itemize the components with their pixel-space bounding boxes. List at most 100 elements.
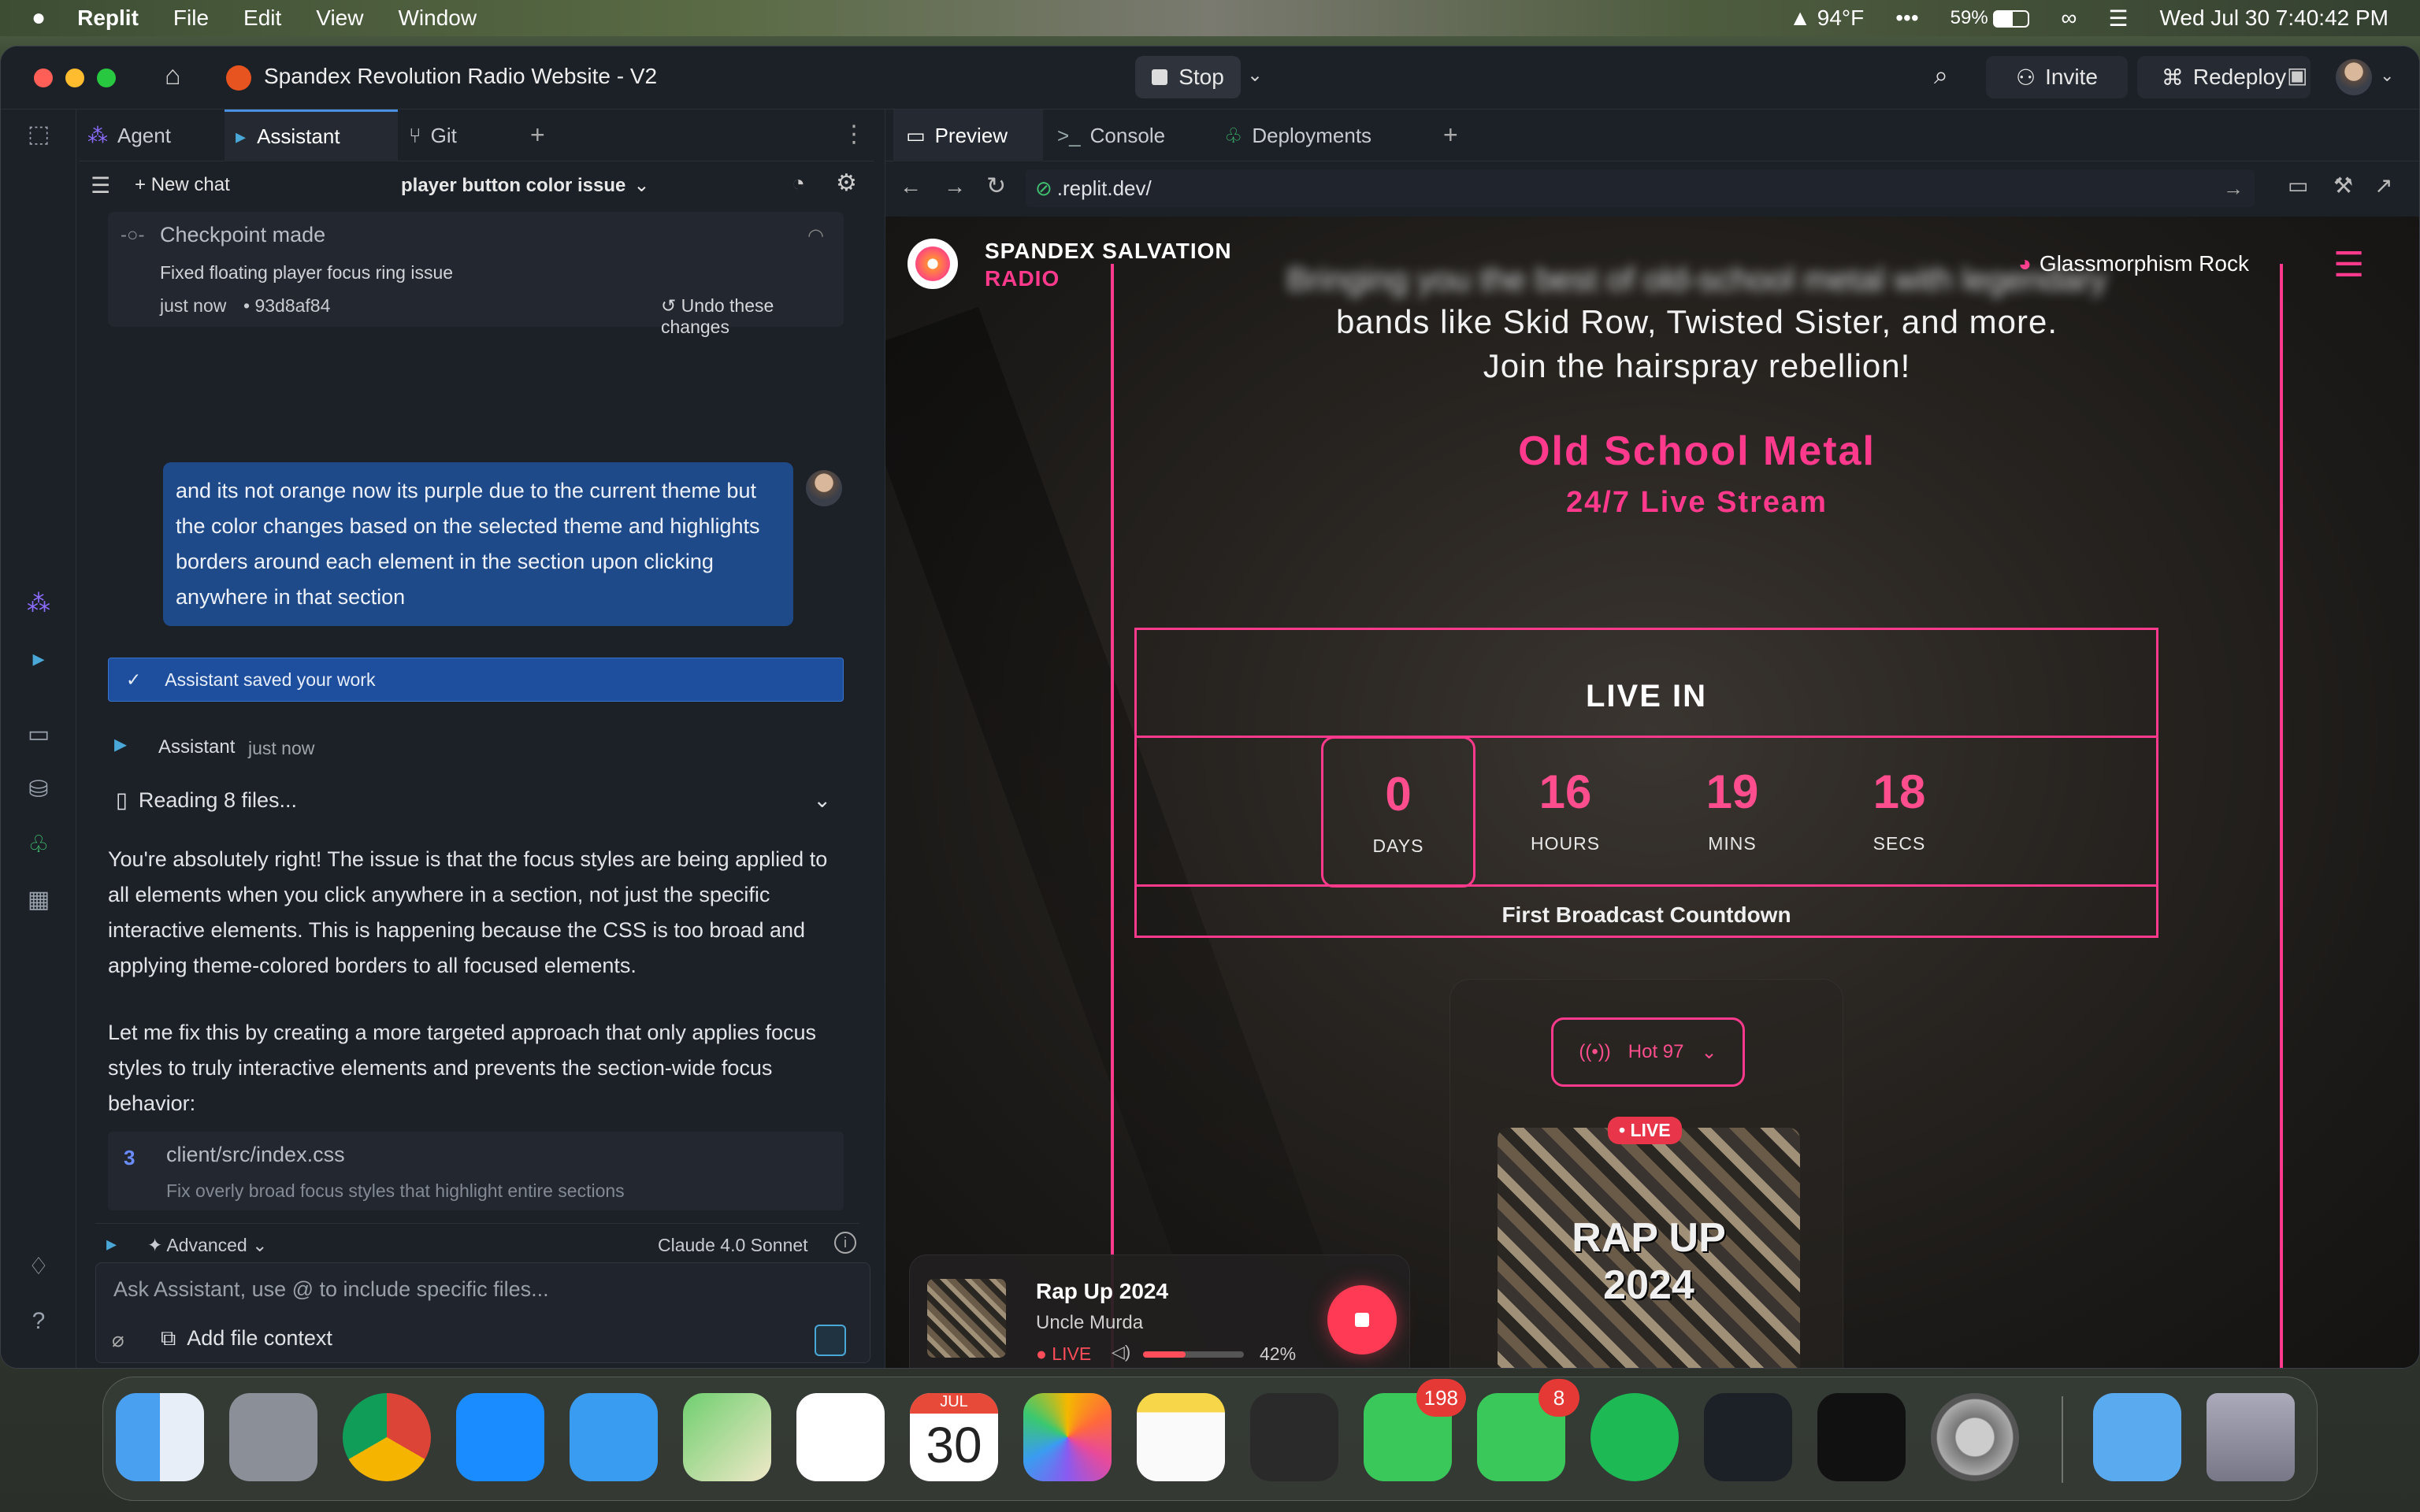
zoom-window-button[interactable] — [97, 69, 116, 87]
facetime-icon[interactable]: 8 — [1477, 1379, 1579, 1481]
launchpad-icon[interactable] — [229, 1393, 317, 1481]
apps-grid-icon[interactable]: ▦ — [23, 886, 54, 917]
deployments-icon[interactable]: ♧ — [23, 831, 54, 862]
preview-icon[interactable]: ▭ — [23, 721, 54, 752]
cursor-icon[interactable]: ⬚ — [23, 120, 54, 152]
reload-icon[interactable]: ↻ — [986, 172, 1006, 200]
apple-icon[interactable]: ● — [32, 5, 46, 32]
chevron-down-icon[interactable]: ⌄ — [2380, 65, 2394, 86]
link-icon[interactable]: ∞ — [2061, 6, 2077, 31]
database-icon[interactable]: ⛁ — [23, 776, 54, 807]
tab-console[interactable]: >_ Console — [1057, 109, 1199, 161]
volume-fill — [1143, 1351, 1186, 1358]
info-icon[interactable]: i — [834, 1232, 856, 1254]
system-settings-icon[interactable] — [1931, 1393, 2019, 1481]
forward-icon[interactable]: → — [944, 174, 966, 199]
undo-changes-button[interactable]: ↺ Undo these changes — [661, 295, 844, 338]
help-icon[interactable]: ? — [23, 1308, 54, 1340]
secs-label: SECS — [1873, 833, 1926, 854]
model-selector[interactable]: Claude 4.0 Sonnet — [658, 1235, 808, 1256]
weather-status[interactable]: ▲ 94°F — [1789, 6, 1864, 31]
notes-icon[interactable] — [1137, 1393, 1225, 1481]
redeploy-button[interactable]: ⌘ Redeploy — [2137, 56, 2311, 98]
tab-preview[interactable]: ▭ Preview — [893, 109, 1043, 161]
battery-status[interactable]: 59% — [1950, 7, 2030, 29]
menu-view[interactable]: View — [316, 6, 363, 31]
home-icon[interactable]: ⌂ — [165, 61, 181, 91]
wrench-icon[interactable]: ⚒ — [2333, 172, 2353, 198]
live-indicator: ● LIVE — [1036, 1343, 1092, 1364]
maps-icon[interactable] — [683, 1393, 771, 1481]
mail-icon[interactable] — [570, 1393, 658, 1481]
avatar[interactable] — [2336, 59, 2372, 95]
send-button[interactable] — [815, 1325, 846, 1356]
back-icon[interactable]: ← — [900, 174, 922, 199]
invite-button[interactable]: ⚇ Invite — [1986, 56, 2128, 98]
tab-deployments[interactable]: ♧ Deployments — [1224, 109, 1413, 161]
speed-icon[interactable]: ◔ — [792, 171, 805, 196]
assistant-icon[interactable]: ▸ — [23, 645, 54, 676]
more-icon[interactable]: ••• — [1895, 6, 1918, 31]
devices-icon[interactable]: ▭ — [2288, 172, 2308, 198]
plus-icon: + — [135, 174, 151, 195]
stop-playback-button[interactable] — [1327, 1285, 1397, 1354]
file-desc: Fix overly broad focus styles that highl… — [166, 1180, 625, 1201]
more-options-icon[interactable]: ⋮ — [842, 120, 866, 148]
tab-git[interactable]: ⑂ Git — [409, 109, 503, 161]
spotify-icon[interactable] — [1590, 1393, 1679, 1481]
chevron-down-icon[interactable]: ⌄ — [1247, 64, 1263, 87]
external-link-icon[interactable]: ↗ — [2374, 172, 2392, 198]
replit-icon[interactable] — [1704, 1393, 1792, 1481]
chat-list-icon[interactable]: ☰ — [91, 172, 110, 198]
tab-assistant[interactable]: ▸ Assistant — [225, 109, 398, 161]
hamburger-menu-icon[interactable]: ☰ — [2333, 245, 2364, 285]
attach-icon[interactable]: ⌀ — [112, 1328, 124, 1352]
station-selector[interactable]: ((•)) Hot 97 ⌄ — [1551, 1017, 1745, 1087]
calendar-icon[interactable]: JUL 30 — [910, 1393, 998, 1481]
chat-input-box[interactable]: Ask Assistant, use @ to include specific… — [95, 1262, 870, 1363]
reading-files-row[interactable]: ▯ Reading 8 files... ⌄ — [116, 788, 844, 813]
notifications-icon[interactable]: ♢ — [23, 1253, 54, 1284]
menu-file[interactable]: File — [173, 6, 209, 31]
clock[interactable]: Wed Jul 30 7:40:42 PM — [2159, 6, 2388, 31]
repl-title[interactable]: Spandex Revolution Radio Website - V2 — [264, 64, 657, 89]
menu-window[interactable]: Window — [398, 6, 477, 31]
commit-icon: -○- — [121, 224, 145, 246]
control-center-icon[interactable]: ☰ — [2108, 6, 2128, 32]
trash-icon[interactable] — [2207, 1393, 2295, 1481]
advanced-dropdown[interactable]: ✦ Advanced ⌄ — [147, 1235, 267, 1256]
vinyl-icon — [915, 246, 950, 281]
url-field[interactable]: ⊘ .replit.dev/ → — [1026, 169, 2255, 207]
close-window-button[interactable] — [34, 69, 53, 87]
chrome-icon[interactable] — [343, 1393, 431, 1481]
downloads-folder-icon[interactable] — [2093, 1393, 2181, 1481]
messages-icon[interactable]: 198 — [1364, 1379, 1466, 1481]
chat-title-dropdown[interactable]: player button color issue ⌄ — [401, 174, 650, 197]
search-icon[interactable]: ⌕ — [1934, 61, 1948, 91]
go-icon[interactable]: → — [2223, 176, 2244, 201]
site-logo[interactable] — [908, 239, 958, 289]
brand-line2: RADIO — [985, 266, 1060, 291]
add-file-context-button[interactable]: ⧉ Add file context — [161, 1326, 332, 1351]
agent-icon[interactable]: ⁂ — [23, 590, 54, 621]
add-tab-icon[interactable]: + — [1443, 120, 1458, 150]
minimize-window-button[interactable] — [65, 69, 84, 87]
app-menu-name[interactable]: Replit — [77, 6, 139, 31]
volume-slider[interactable] — [1143, 1351, 1244, 1358]
window-icon[interactable]: ▣ — [2287, 62, 2307, 88]
tab-agent[interactable]: ⁂ Agent — [87, 109, 221, 161]
rollback-icon[interactable]: ◠ — [807, 224, 824, 247]
news-icon[interactable] — [796, 1393, 885, 1481]
photos-icon[interactable] — [1023, 1393, 1112, 1481]
gear-icon[interactable]: ⚙ — [836, 169, 857, 197]
app-store-icon[interactable] — [456, 1393, 544, 1481]
cube-app-icon[interactable] — [1817, 1393, 1906, 1481]
stop-button[interactable]: Stop — [1135, 56, 1241, 98]
volume-icon[interactable]: ◁) — [1112, 1342, 1130, 1362]
sketch-icon[interactable] — [1250, 1393, 1338, 1481]
finder-icon[interactable] — [116, 1393, 204, 1481]
add-tab-icon[interactable]: + — [530, 120, 545, 150]
menu-edit[interactable]: Edit — [243, 6, 281, 31]
new-chat-button[interactable]: + New chat — [135, 174, 230, 196]
file-change-card[interactable]: 3 client/src/index.css Fix overly broad … — [108, 1132, 844, 1210]
